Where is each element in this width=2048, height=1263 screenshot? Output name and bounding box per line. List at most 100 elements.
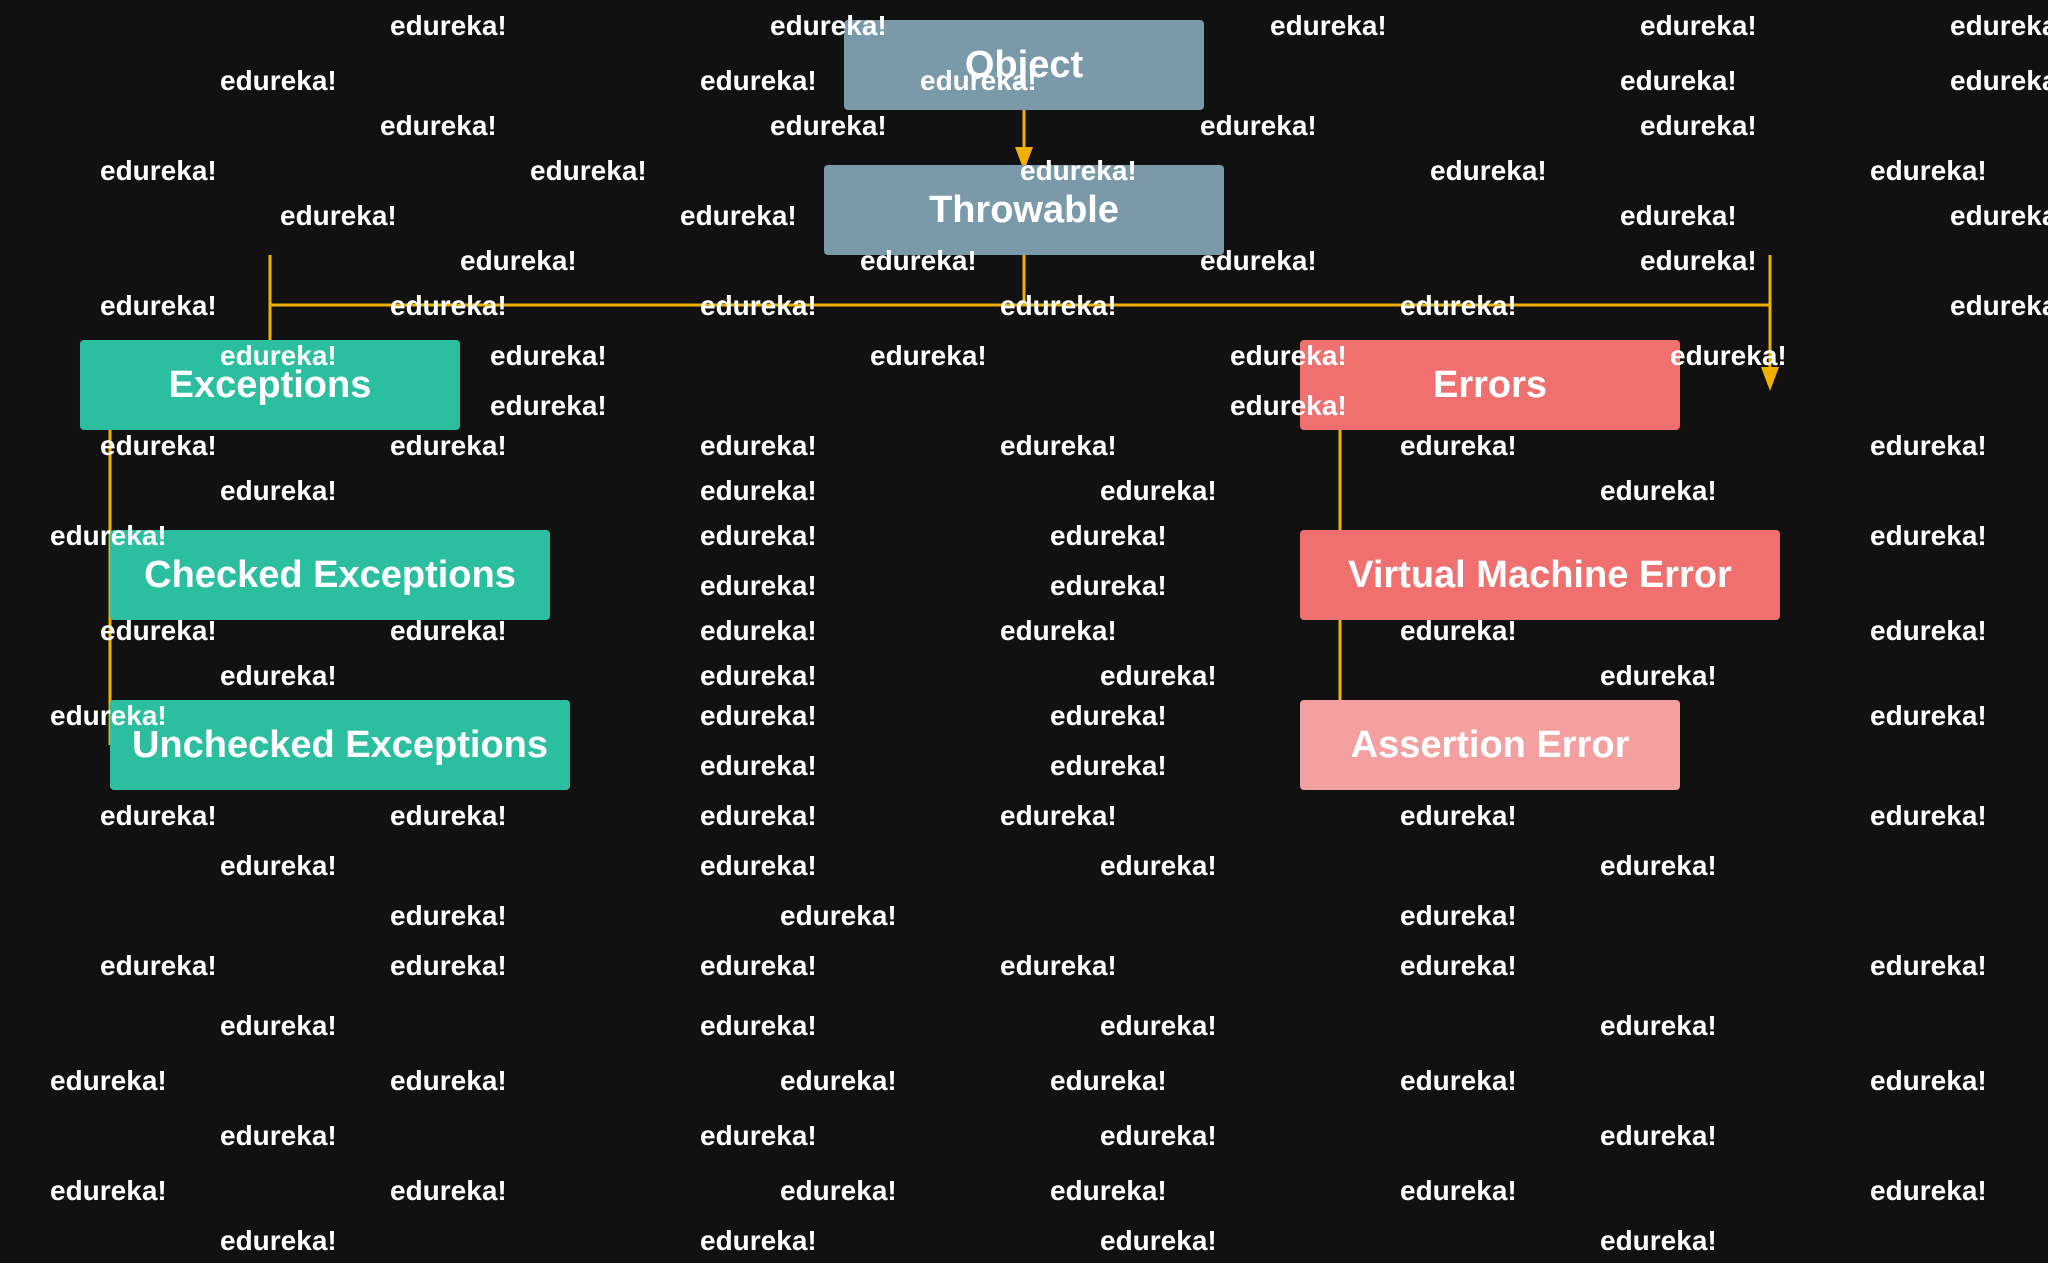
watermark-text: edureka! bbox=[390, 1175, 507, 1207]
watermark-text: edureka! bbox=[700, 660, 817, 692]
object-box: Object bbox=[844, 20, 1204, 110]
watermark-text: edureka! bbox=[50, 1065, 167, 1097]
watermark-text: edureka! bbox=[1050, 520, 1167, 552]
watermark-text: edureka! bbox=[390, 10, 507, 42]
watermark-text: edureka! bbox=[1870, 800, 1987, 832]
watermark-text: edureka! bbox=[100, 290, 217, 322]
watermark-text: edureka! bbox=[220, 1225, 337, 1257]
watermark-text: edureka! bbox=[700, 1225, 817, 1257]
watermark-text: edureka! bbox=[1870, 615, 1987, 647]
watermark-text: edureka! bbox=[100, 155, 217, 187]
watermark-text: edureka! bbox=[700, 700, 817, 732]
watermark-text: edureka! bbox=[1400, 290, 1517, 322]
errors-label: Errors bbox=[1433, 364, 1547, 407]
watermark-text: edureka! bbox=[100, 800, 217, 832]
watermark-text: edureka! bbox=[1400, 1065, 1517, 1097]
watermark-text: edureka! bbox=[700, 430, 817, 462]
watermark-text: edureka! bbox=[1050, 1065, 1167, 1097]
watermark-text: edureka! bbox=[1600, 660, 1717, 692]
throwable-label: Throwable bbox=[929, 189, 1119, 232]
watermark-text: edureka! bbox=[700, 1120, 817, 1152]
watermark-text: edureka! bbox=[390, 1065, 507, 1097]
watermark-text: edureka! bbox=[1000, 950, 1117, 982]
watermark-text: edureka! bbox=[1050, 570, 1167, 602]
watermark-text: edureka! bbox=[1600, 1010, 1717, 1042]
watermark-text: edureka! bbox=[220, 65, 337, 97]
watermark-text: edureka! bbox=[1620, 65, 1737, 97]
watermark-text: edureka! bbox=[390, 430, 507, 462]
watermark-text: edureka! bbox=[700, 290, 817, 322]
watermark-text: edureka! bbox=[1100, 475, 1217, 507]
watermark-text: edureka! bbox=[1000, 290, 1117, 322]
watermark-text: edureka! bbox=[1430, 155, 1547, 187]
watermark-text: edureka! bbox=[1870, 1175, 1987, 1207]
watermark-text: edureka! bbox=[1870, 950, 1987, 982]
watermark-text: edureka! bbox=[1100, 1010, 1217, 1042]
assertion-box: Assertion Error bbox=[1300, 700, 1680, 790]
throwable-box: Throwable bbox=[824, 165, 1224, 255]
watermark-text: edureka! bbox=[1270, 10, 1387, 42]
watermark-text: edureka! bbox=[1640, 10, 1757, 42]
watermark-text: edureka! bbox=[780, 1065, 897, 1097]
watermark-text: edureka! bbox=[1100, 1120, 1217, 1152]
watermark-text: edureka! bbox=[390, 900, 507, 932]
watermark-text: edureka! bbox=[770, 110, 887, 142]
watermark-text: edureka! bbox=[100, 950, 217, 982]
watermark-text: edureka! bbox=[530, 155, 647, 187]
watermark-text: edureka! bbox=[1000, 615, 1117, 647]
watermark-text: edureka! bbox=[220, 1120, 337, 1152]
watermark-text: edureka! bbox=[1870, 700, 1987, 732]
exceptions-box: Exceptions bbox=[80, 340, 460, 430]
watermark-text: edureka! bbox=[700, 1010, 817, 1042]
watermark-text: edureka! bbox=[1950, 290, 2048, 322]
watermark-text: edureka! bbox=[50, 1175, 167, 1207]
watermark-text: edureka! bbox=[1600, 475, 1717, 507]
watermark-text: edureka! bbox=[870, 340, 987, 372]
object-label: Object bbox=[965, 44, 1083, 87]
watermark-text: edureka! bbox=[1950, 10, 2048, 42]
watermark-text: edureka! bbox=[1400, 950, 1517, 982]
watermark-text: edureka! bbox=[1000, 430, 1117, 462]
watermark-text: edureka! bbox=[460, 245, 577, 277]
errors-box: Errors bbox=[1300, 340, 1680, 430]
watermark-text: edureka! bbox=[1620, 200, 1737, 232]
watermark-text: edureka! bbox=[1100, 660, 1217, 692]
watermark-text: edureka! bbox=[220, 660, 337, 692]
watermark-text: edureka! bbox=[700, 800, 817, 832]
watermark-text: edureka! bbox=[780, 900, 897, 932]
watermark-text: edureka! bbox=[390, 290, 507, 322]
watermark-text: edureka! bbox=[220, 475, 337, 507]
unchecked-label: Unchecked Exceptions bbox=[132, 724, 548, 767]
watermark-text: edureka! bbox=[700, 750, 817, 782]
watermark-text: edureka! bbox=[700, 475, 817, 507]
watermark-text: edureka! bbox=[1640, 245, 1757, 277]
watermark-text: edureka! bbox=[1200, 110, 1317, 142]
watermark-text: edureka! bbox=[1870, 520, 1987, 552]
assertion-label: Assertion Error bbox=[1351, 724, 1630, 767]
watermark-text: edureka! bbox=[700, 950, 817, 982]
watermark-text: edureka! bbox=[1600, 1225, 1717, 1257]
watermark-text: edureka! bbox=[490, 340, 607, 372]
watermark-text: edureka! bbox=[1050, 750, 1167, 782]
checked-label: Checked Exceptions bbox=[144, 554, 516, 597]
vme-box: Virtual Machine Error bbox=[1300, 530, 1780, 620]
watermark-text: edureka! bbox=[700, 615, 817, 647]
exceptions-label: Exceptions bbox=[169, 364, 372, 407]
watermark-text: edureka! bbox=[380, 110, 497, 142]
watermark-text: edureka! bbox=[1870, 155, 1987, 187]
watermark-text: edureka! bbox=[1870, 1065, 1987, 1097]
watermark-text: edureka! bbox=[1400, 1175, 1517, 1207]
watermark-text: edureka! bbox=[100, 430, 217, 462]
watermark-text: edureka! bbox=[700, 850, 817, 882]
watermark-text: edureka! bbox=[1670, 340, 1787, 372]
watermark-text: edureka! bbox=[1400, 430, 1517, 462]
watermark-text: edureka! bbox=[780, 1175, 897, 1207]
watermark-text: edureka! bbox=[1400, 900, 1517, 932]
watermark-text: edureka! bbox=[280, 200, 397, 232]
watermark-text: edureka! bbox=[220, 850, 337, 882]
unchecked-box: Unchecked Exceptions bbox=[110, 700, 570, 790]
watermark-text: edureka! bbox=[1600, 1120, 1717, 1152]
watermark-text: edureka! bbox=[220, 1010, 337, 1042]
watermark-text: edureka! bbox=[1050, 700, 1167, 732]
watermark-text: edureka! bbox=[1950, 200, 2048, 232]
